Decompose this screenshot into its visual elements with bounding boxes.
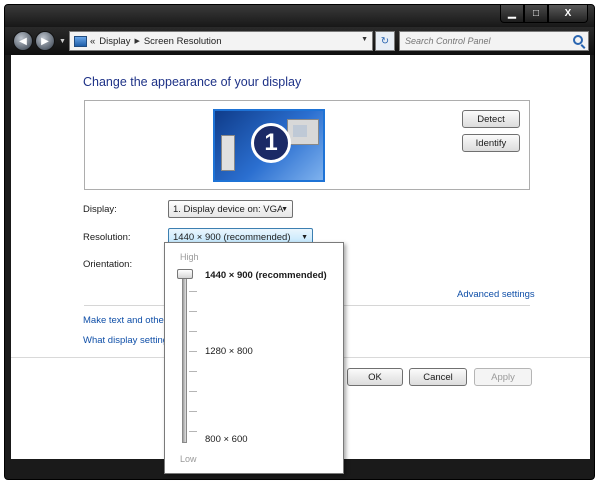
display-select[interactable]: 1. Display device on: VGA ▼ (168, 200, 293, 218)
resolution-slider-popup: High 1440 × 900 (recommended) 1280 × 800… (164, 242, 344, 474)
window-thumbnail-icon (287, 119, 319, 145)
advanced-settings-link[interactable]: Advanced settings (457, 289, 535, 300)
monitor-1-preview[interactable]: 1 (213, 109, 325, 182)
resolution-slider-track[interactable] (182, 271, 187, 443)
slider-tick (189, 411, 197, 412)
chevron-down-icon: ▼ (301, 234, 308, 241)
search-input[interactable] (405, 36, 565, 46)
close-button[interactable]: X (548, 5, 588, 23)
display-select-value: 1. Display device on: VGA (173, 203, 284, 215)
maximize-button[interactable]: □ (524, 5, 548, 23)
detect-button[interactable]: Detect (462, 110, 520, 128)
display-settings-help-link[interactable]: What display setting (83, 335, 168, 346)
address-dropdown-icon[interactable]: ▼ (361, 36, 368, 43)
resolution-option-1280x800[interactable]: 1280 × 800 (205, 346, 253, 357)
slider-tick (189, 311, 197, 312)
chevron-down-icon: ▼ (281, 206, 288, 213)
resolution-slider-thumb[interactable] (177, 269, 193, 279)
slider-tick (189, 391, 197, 392)
forward-button[interactable]: ▶ (35, 31, 55, 51)
resolution-option-1440x900[interactable]: 1440 × 900 (recommended) (205, 270, 327, 281)
breadcrumb-lead[interactable]: « (90, 36, 95, 47)
sidebar-thumbnail-icon (221, 135, 235, 171)
slider-tick (189, 351, 197, 352)
display-label: Display: (83, 204, 117, 215)
refresh-button[interactable]: ↻ (375, 31, 395, 51)
slider-tick (189, 291, 197, 292)
text-size-link[interactable]: Make text and other (83, 315, 167, 326)
resolution-select-value: 1440 × 900 (recommended) (173, 231, 291, 243)
minimize-button[interactable]: ▁ (500, 5, 524, 23)
apply-button[interactable]: Apply (474, 368, 532, 386)
resolution-label: Resolution: (83, 232, 131, 243)
recent-pages-dropdown-icon[interactable]: ▼ (59, 38, 66, 45)
identify-button[interactable]: Identify (462, 134, 520, 152)
breadcrumb-screen-resolution[interactable]: Screen Resolution (144, 36, 222, 47)
display-arrangement-panel: 1 Detect Identify (84, 100, 530, 190)
cancel-button[interactable]: Cancel (409, 368, 467, 386)
slider-high-label: High (180, 252, 199, 262)
slider-low-label: Low (180, 454, 197, 464)
control-panel-icon (74, 35, 87, 47)
search-box[interactable] (399, 31, 589, 51)
back-button[interactable]: ◀ (13, 31, 33, 51)
monitor-number: 1 (251, 123, 291, 163)
slider-tick (189, 371, 197, 372)
slider-tick (189, 331, 197, 332)
slider-tick (189, 431, 197, 432)
breadcrumb-display[interactable]: Display (99, 36, 130, 47)
ok-button[interactable]: OK (347, 368, 403, 386)
address-bar[interactable]: « Display ▶ Screen Resolution ▼ (69, 31, 373, 51)
orientation-label: Orientation: (83, 259, 133, 270)
window-controls: ▁ □ X (500, 5, 588, 23)
search-icon[interactable] (573, 35, 583, 45)
breadcrumb-separator-icon[interactable]: ▶ (134, 37, 139, 45)
resolution-option-800x600[interactable]: 800 × 600 (205, 434, 248, 445)
page-title: Change the appearance of your display (83, 75, 302, 89)
address-bar-row: ◀ ▶ ▼ « Display ▶ Screen Resolution ▼ ↻ (5, 27, 594, 55)
